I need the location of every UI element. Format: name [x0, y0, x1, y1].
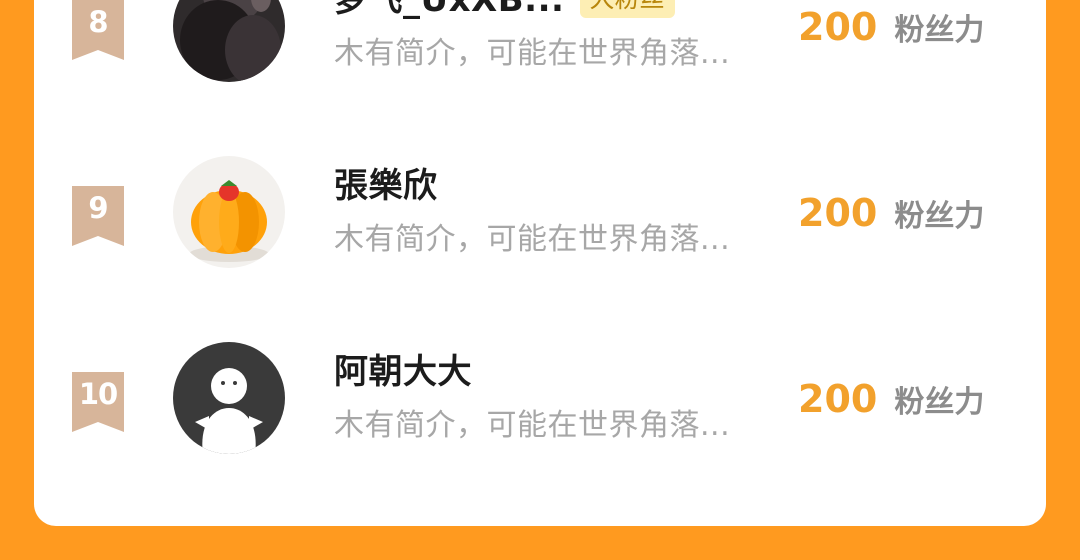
user-name-line: 阿朝大大 — [334, 344, 472, 393]
dark-photo-avatar-icon — [173, 0, 285, 82]
fan-power-score: 200 粉丝力 — [798, 191, 984, 235]
leaderboard-card: 8 梦飞_UxXB... 大粉丝 木有简介，可能在世界角落... 200 粉丝力 — [34, 0, 1046, 526]
fan-power-score: 200 粉丝力 — [798, 377, 984, 421]
rank-ribbon-icon: 10 — [72, 372, 124, 432]
score-value: 200 — [798, 191, 878, 235]
user-name-line: 張樂欣 — [334, 158, 438, 207]
score-unit: 粉丝力 — [894, 385, 985, 420]
rank-number: 9 — [88, 191, 108, 225]
user-name-line: 梦飞_UxXB... 大粉丝 — [334, 0, 675, 21]
leaderboard-row[interactable]: 9 張樂欣 木有简介，可能在世界角落... 200 粉丝力 — [34, 156, 1046, 286]
fan-power-score: 200 粉丝力 — [798, 5, 984, 49]
score-value: 200 — [798, 377, 878, 421]
rank-ribbon-icon: 9 — [72, 186, 124, 246]
avatar[interactable] — [173, 156, 285, 268]
rank-ribbon-icon: 8 — [72, 0, 124, 60]
score-unit: 粉丝力 — [894, 199, 985, 234]
default-person-avatar-icon — [173, 342, 285, 454]
user-bio: 木有简介，可能在世界角落... — [334, 36, 731, 71]
score-value: 200 — [798, 5, 878, 49]
leaderboard-row[interactable]: 8 梦飞_UxXB... 大粉丝 木有简介，可能在世界角落... 200 粉丝力 — [34, 0, 1046, 100]
leaderboard-row[interactable]: 10 阿朝大大 木有简介，可能在世界角落... 200 粉丝力 — [34, 342, 1046, 472]
user-bio: 木有简介，可能在世界角落... — [334, 222, 731, 257]
rank-number: 10 — [78, 377, 118, 411]
score-unit: 粉丝力 — [894, 13, 985, 48]
user-bio: 木有简介，可能在世界角落... — [334, 408, 731, 443]
avatar[interactable] — [173, 0, 285, 82]
rank-number: 8 — [88, 5, 108, 39]
user-name[interactable]: 阿朝大大 — [334, 344, 472, 393]
pumpkin-avatar-icon — [173, 156, 285, 268]
fan-level-badge: 大粉丝 — [579, 0, 675, 18]
user-name[interactable]: 梦飞_UxXB... — [334, 0, 564, 21]
user-name[interactable]: 張樂欣 — [334, 158, 438, 207]
avatar[interactable] — [173, 342, 285, 454]
